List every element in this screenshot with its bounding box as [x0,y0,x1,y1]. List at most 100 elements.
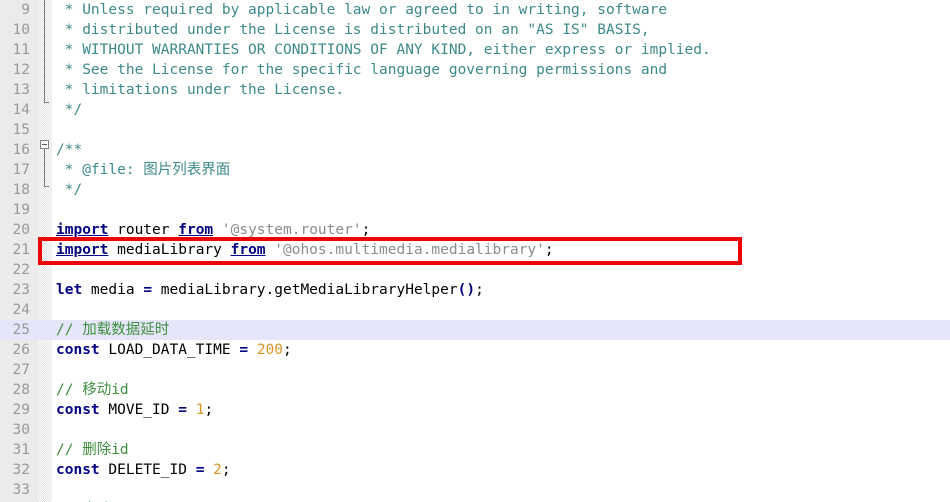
line-number: 32 [12,462,30,478]
token-comment: // 移动id [56,382,129,398]
line-number: 27 [12,362,30,378]
code-line[interactable]: 17 * @file: 图片列表界面 [0,160,950,180]
code-line[interactable]: 22 [0,260,950,280]
token-plain: media [82,282,144,298]
code-line[interactable]: 15 [0,120,950,140]
code-text[interactable]: const LOAD_DATA_TIME = 200; [56,340,292,360]
code-text[interactable]: const MOVE_ID = 1; [56,400,213,420]
token-kwlink: from [230,242,266,258]
token-op: = [143,282,153,298]
line-number: 21 [12,242,30,258]
token-plain: LOAD_DATA_TIME [99,342,240,358]
code-text[interactable]: * Unless required by applicable law or a… [56,0,667,20]
code-text[interactable]: * WITHOUT WARRANTIES OR CONDITIONS OF AN… [56,40,711,60]
token-kwlink: import [56,222,109,238]
token-doc: /** [56,142,83,158]
token-kwlink: from [178,222,214,238]
code-text[interactable]: // 移动id [56,380,129,400]
token-doc: * See the License for the specific langu… [56,62,668,78]
token-op: = [239,342,249,358]
code-text[interactable]: * limitations under the License. [56,80,344,100]
line-number: 33 [12,482,30,498]
token-keyword: const [56,342,100,358]
code-text[interactable]: let media = mediaLibrary.getMediaLibrary… [56,280,484,300]
token-plain: ; [361,222,371,238]
code-text[interactable]: // 加载数据延时 [56,320,169,340]
code-line[interactable]: 20 import router from '@system.router'; [0,220,950,240]
token-plain: mediaLibrary [108,242,231,258]
token-string: '@system.router' [221,222,362,238]
code-line[interactable]: 25 // 加载数据延时 [0,320,950,340]
token-plain: ; [475,282,484,298]
token-doc: * distributed under the License is distr… [56,22,650,38]
code-line[interactable]: 31 // 删除id [0,440,950,460]
code-line[interactable]: 9 * Unless required by applicable law or… [0,0,950,20]
line-number: 13 [12,82,30,98]
code-text[interactable]: import router from '@system.router'; [56,220,370,240]
line-number: 31 [12,442,30,458]
line-number: 19 [12,202,30,218]
line-number: 30 [12,422,30,438]
code-line[interactable]: 24 [0,300,950,320]
line-number: 16 [12,142,30,158]
code-line[interactable]: 19 [0,200,950,220]
line-number: 26 [12,342,30,358]
line-number: 10 [12,22,30,38]
code-line[interactable]: 14 */ [0,100,950,120]
token-keyword: const [56,402,100,418]
line-number: 17 [12,162,30,178]
token-plain: mediaLibrary.getMediaLibraryHelper [152,282,458,298]
line-number: 15 [12,122,30,138]
code-line[interactable]: 23 let media = mediaLibrary.getMediaLibra… [0,280,950,300]
code-line[interactable]: 27 [0,360,950,380]
code-editor[interactable]: 9 * Unless required by applicable law or… [0,0,950,502]
line-number: 12 [12,62,30,78]
token-plain: ; [221,462,231,478]
code-line[interactable]: 12 * See the License for the specific la… [0,60,950,80]
line-number: 23 [12,282,30,298]
line-number: 24 [12,302,30,318]
code-text[interactable]: /** [56,140,82,160]
token-plain: ; [544,242,554,258]
token-comment: // 加载数据延时 [56,322,170,338]
token-doc: */ [56,102,83,118]
line-number: 25 [12,322,30,338]
code-line[interactable]: 18 */ [0,180,950,200]
token-paren: () [457,282,476,298]
line-number: 18 [12,182,30,198]
line-number: 28 [12,382,30,398]
code-line[interactable]: 28 // 移动id [0,380,950,400]
line-number: 14 [12,102,30,118]
code-line[interactable]: 30 [0,420,950,440]
token-string: '@ohos.multimedia.medialibrary' [274,242,545,258]
code-line[interactable]: 16 /** [0,140,950,160]
code-line[interactable]: 33 [0,480,950,500]
code-text[interactable]: * See the License for the specific langu… [56,60,667,80]
code-text[interactable]: const DELETE_ID = 2; [56,460,231,480]
token-plain: ; [283,342,292,358]
line-number: 22 [12,262,30,278]
code-line[interactable]: 13 * limitations under the License. [0,80,950,100]
code-line[interactable]: 21 import mediaLibrary from '@ohos.multim… [0,240,950,260]
code-text[interactable]: */ [56,100,82,120]
code-line[interactable]: 11 * WITHOUT WARRANTIES OR CONDITIONS OF… [0,40,950,60]
code-line[interactable]: 10 * distributed under the License is di… [0,20,950,40]
code-line[interactable]: 26 const LOAD_DATA_TIME = 200; [0,340,950,360]
token-keyword: const [56,462,100,478]
code-text[interactable]: */ [56,180,82,200]
code-line[interactable]: 29 const MOVE_ID = 1; [0,400,950,420]
code-text[interactable]: * distributed under the License is distr… [56,20,650,40]
code-text[interactable]: * @file: 图片列表界面 [56,160,231,180]
token-plain: router [108,222,179,238]
token-plain: DELETE_ID [99,462,196,478]
code-line[interactable]: 32 const DELETE_ID = 2; [0,460,950,480]
code-text[interactable]: // 删除id [56,440,129,460]
line-number: 11 [12,42,30,58]
token-doc: * Unless required by applicable law or a… [56,2,668,18]
token-op: = [178,402,187,418]
code-text[interactable]: import mediaLibrary from '@ohos.multimed… [56,240,554,260]
